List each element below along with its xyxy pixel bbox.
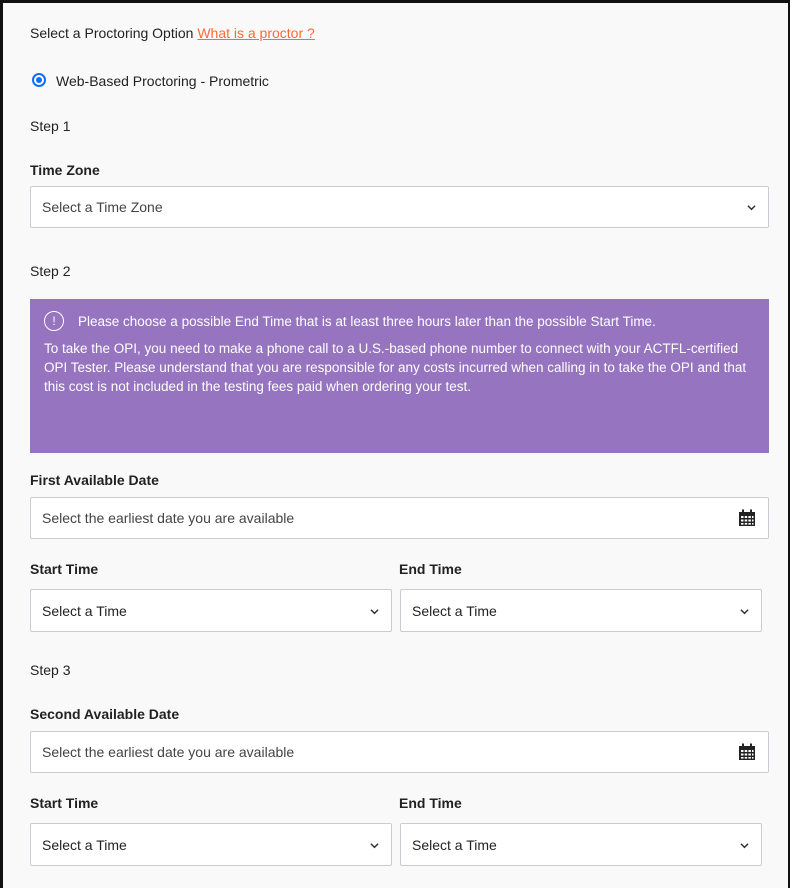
what-is-proctor-link[interactable]: What is a proctor ? [197, 25, 315, 41]
chevron-down-icon [740, 609, 749, 615]
alert-phone-note: To take the OPI, you need to make a phon… [44, 341, 747, 394]
end-time-value-2: Select a Time [412, 836, 497, 853]
calendar-icon[interactable] [738, 743, 756, 761]
end-time-select-2[interactable]: Select a Time [400, 823, 762, 866]
alert-first-line: ! Please choose a possible End Time that… [44, 311, 755, 331]
first-date-input[interactable]: Select the earliest date you are availab… [30, 497, 769, 539]
proctoring-prompt: Select a Proctoring Option [30, 25, 194, 41]
proctoring-prompt-row: Select a Proctoring Option What is a pro… [30, 24, 315, 42]
first-date-label: First Available Date [30, 472, 159, 488]
end-time-label-2: End Time [399, 795, 462, 811]
alert-end-time-note: Please choose a possible End Time that i… [78, 313, 656, 329]
radio-indicator [32, 73, 46, 87]
chevron-down-icon [747, 205, 756, 211]
second-date-input[interactable]: Select the earliest date you are availab… [30, 731, 769, 773]
web-proctoring-label[interactable]: Web-Based Proctoring - Prometric [56, 72, 269, 90]
step1-label: Step 1 [30, 118, 71, 134]
time-zone-label: Time Zone [30, 162, 100, 178]
start-time-select-2[interactable]: Select a Time [30, 823, 392, 866]
start-time-label-1: Start Time [30, 561, 99, 577]
chevron-down-icon [370, 609, 379, 615]
start-time-label-2: Start Time [30, 795, 99, 811]
calendar-icon[interactable] [738, 509, 756, 527]
second-date-placeholder: Select the earliest date you are availab… [42, 744, 295, 760]
time-zone-value: Select a Time Zone [42, 199, 163, 215]
end-time-value-1: Select a Time [412, 602, 497, 619]
start-time-value-1: Select a Time [42, 602, 127, 619]
end-time-label-1: End Time [399, 561, 462, 577]
exclamation-circle-icon: ! [44, 311, 64, 331]
chevron-down-icon [370, 843, 379, 849]
start-time-select-1[interactable]: Select a Time [30, 589, 392, 632]
second-date-label: Second Available Date [30, 706, 180, 722]
start-time-value-2: Select a Time [42, 836, 127, 853]
step2-label: Step 2 [30, 263, 71, 279]
web-proctoring-radio[interactable] [32, 73, 48, 89]
chevron-down-icon [740, 843, 749, 849]
end-time-alert: ! Please choose a possible End Time that… [30, 299, 769, 453]
end-time-select-1[interactable]: Select a Time [400, 589, 762, 632]
time-zone-select[interactable]: Select a Time Zone [30, 186, 769, 228]
proctoring-form-panel: Select a Proctoring Option What is a pro… [0, 0, 790, 888]
first-date-placeholder: Select the earliest date you are availab… [42, 510, 295, 526]
step3-label: Step 3 [30, 662, 71, 678]
